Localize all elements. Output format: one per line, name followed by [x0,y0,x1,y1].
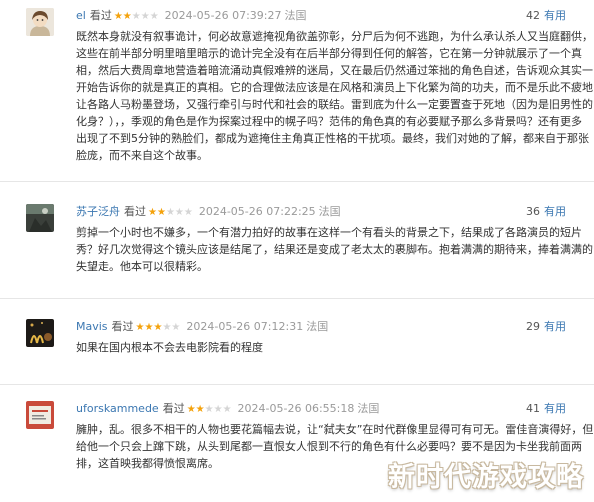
review-meta: uforskammede 看过 ★★★★★ 2024-05-26 06:55:18 法国 [76,402,379,416]
avatar[interactable] [26,8,54,36]
review-line: 化身？），，季观的角色是作为探案过程中的幌子吗？范伟的角色真的有必要赋予那么多背… [76,115,582,128]
review-line: 如果在国内根本不会去电影院看的程度 [76,341,263,354]
review-line: 这些在前半部分明里暗里暗示的诡计完全没有在后半部分得到任何的解答，它在第一分钟就… [76,47,582,60]
review-line: 臃肿，乱。很多不相干的人物也要花篇幅去说，让“弑夫女”在时代群像里显得可有可无。… [76,423,594,436]
review-meta: el 看过 ★★★★★ 2024-05-26 07:39:27 法国 [76,9,307,23]
review-line: 剪掉一个小时也不嫌多，一个有潜力拍好的故事在这样一个有看头的背景之下，结果成了各… [76,226,582,239]
useful-button[interactable]: 有用 [544,320,566,333]
review-line: 秀？好几次觉得这个镜头应该是结尾了，结果还是变成了老太太的裹脚布。抱着满满的期待… [76,243,593,256]
username-link[interactable]: 苏子泛舟 [76,205,120,218]
rating-stars: ★★★★★ [135,322,181,333]
review-line: 既然本身就没有叙事诡计，何必故意遮掩视角欲盖弥彰，分尸后为何不逃跑，为什么承认杀… [76,30,593,43]
review-line: 开始告诉你的就是真正的真相。它的合理做法应该是在风格和演员上下化繁为简的功夫，而… [76,81,593,94]
review-text: 如果在国内根本不会去电影院看的程度 [76,339,576,356]
username-link[interactable]: el [76,9,86,22]
review-date: 2024-05-26 07:12:31 [186,320,304,333]
vote-box: 29 有用 [526,320,566,334]
useful-count: 42 [526,9,540,22]
review-date: 2024-05-26 07:22:25 [198,205,316,218]
useful-count: 29 [526,320,540,333]
useful-button[interactable]: 有用 [544,205,566,218]
review-item: Mavis 看过 ★★★★★ 2024-05-26 07:12:31 法国 29 有用 如… [0,311,594,381]
review-date: 2024-05-26 06:55:18 [237,402,355,415]
review-line: 让各路人马粉墨登场，又强行牵引与时代和社会的联结。雷到底为什么一定要置查于死地（… [76,98,593,111]
review-location: 法国 [284,9,307,22]
review-location: 法国 [306,320,329,333]
divider [0,181,594,182]
watched-label: 看过 [162,402,185,415]
review-line: 相，然后大费周章地营造着暗流涌动真假难辨的迷局，又在最后仍然通过笨拙的角色自述，… [76,64,593,77]
review-line: 脸庞，而不来自这个故事。 [76,149,208,162]
review-item: 苏子泛舟 看过 ★★★★★ 2024-05-26 07:22:25 法国 36 有用 剪掉… [0,196,594,296]
review-item: el 看过 ★★★★★ 2024-05-26 07:39:27 法国 42 有用 既然本身… [0,0,594,178]
username-link[interactable]: uforskammede [76,402,159,415]
review-location: 法国 [318,205,341,218]
watched-label: 看过 [111,320,134,333]
review-date: 2024-05-26 07:39:27 [164,9,282,22]
avatar[interactable] [26,319,54,347]
watched-label: 看过 [89,9,112,22]
vote-box: 36 有用 [526,205,566,219]
vote-box: 42 有用 [526,9,566,23]
review-meta: 苏子泛舟 看过 ★★★★★ 2024-05-26 07:22:25 法国 [76,205,341,219]
review-text: 剪掉一个小时也不嫌多，一个有潜力拍好的故事在这样一个有看头的背景之下，结果成了各… [76,224,593,275]
rating-stars: ★★★★★ [148,207,193,218]
divider [0,384,594,385]
vote-box: 41 有用 [526,402,566,416]
divider [0,298,594,299]
useful-count: 41 [526,402,540,415]
useful-count: 36 [526,205,540,218]
useful-button[interactable]: 有用 [544,402,566,415]
review-line: 给他一个只会上蹿下跳，从头到尾都一直恨女人恨到不行的角色有什么必要吗？要不是因为… [76,440,582,453]
review-location: 法国 [357,402,380,415]
watched-label: 看过 [124,205,146,218]
avatar[interactable] [26,401,54,429]
review-text: 既然本身就没有叙事诡计，何必故意遮掩视角欲盖弥彰，分尸后为何不逃跑，为什么承认杀… [76,28,593,164]
rating-stars: ★★★★★ [186,404,232,415]
review-line: 失望走。他本可以很精彩。 [76,260,208,273]
avatar[interactable] [26,204,54,232]
review-line: 出现了不到5分钟的熟脸们，都成为遮掩住主角真正性格的干扰项。最终，我们对她的了解… [76,132,589,145]
useful-button[interactable]: 有用 [544,9,566,22]
watermark: 新时代游戏攻略 [388,462,584,493]
review-meta: Mavis 看过 ★★★★★ 2024-05-26 07:12:31 法国 [76,320,328,334]
rating-stars: ★★★★★ [113,11,159,22]
username-link[interactable]: Mavis [76,320,108,333]
